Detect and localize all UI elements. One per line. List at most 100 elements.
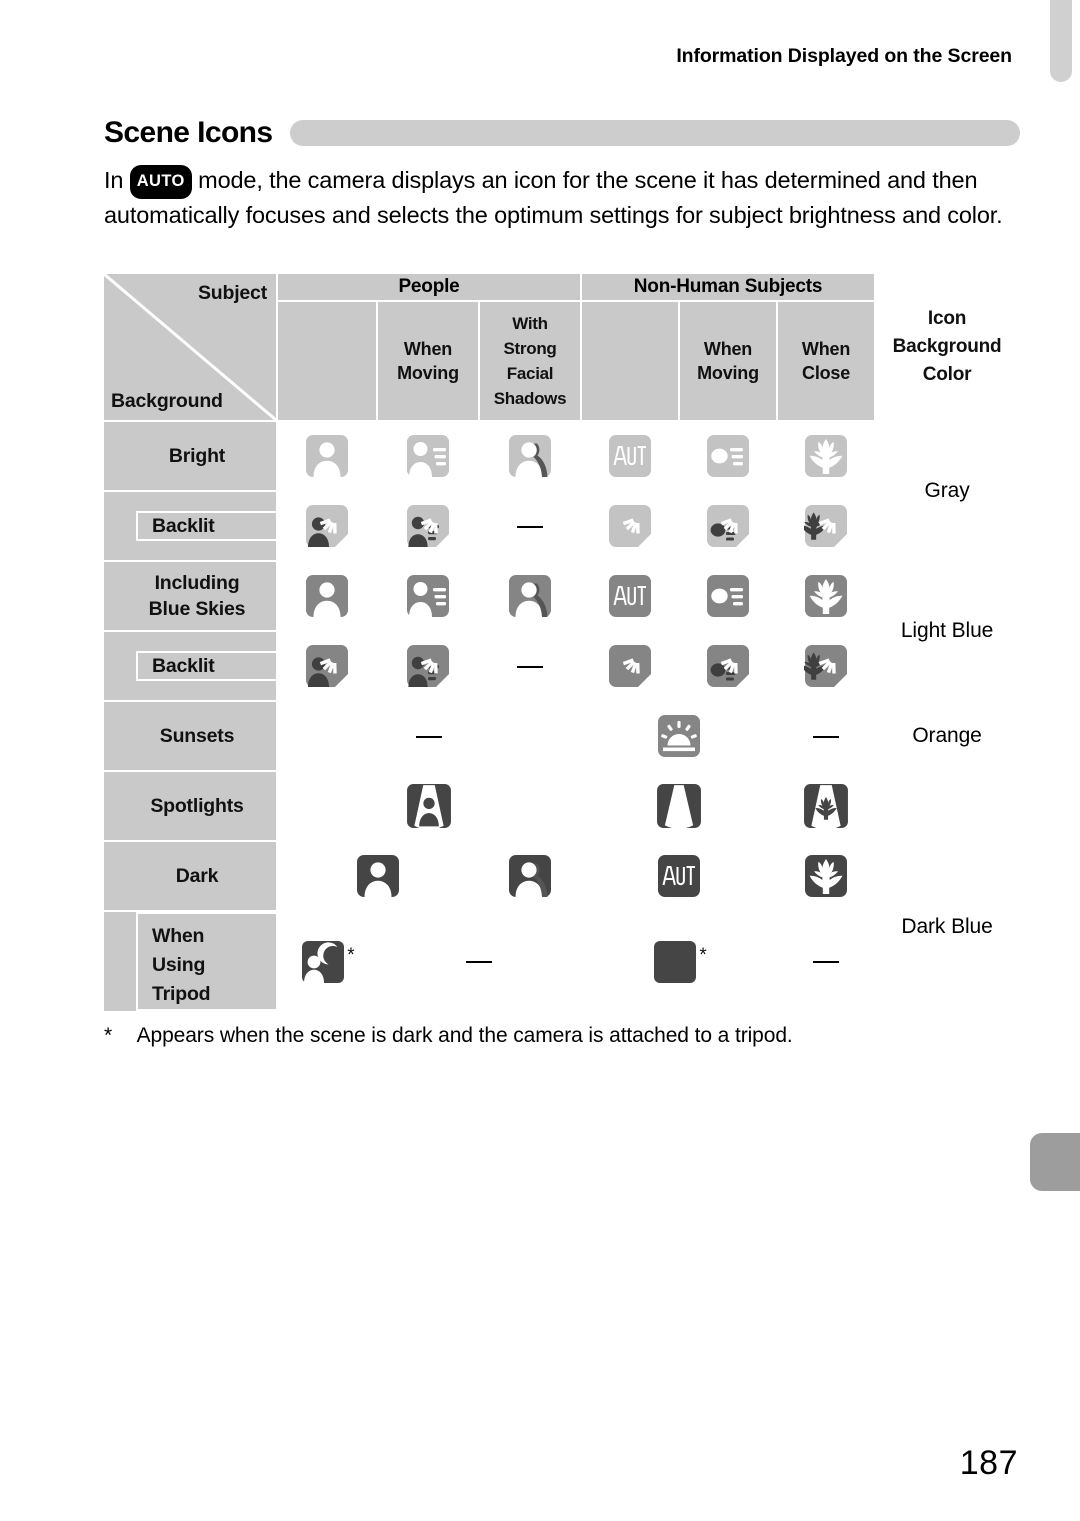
icon-cell [580,770,779,842]
row-label-bright: Bright [102,420,278,492]
group-header-non-human: Non-Human Subjects [580,271,877,303]
not-available-cell [275,700,583,772]
icon-cell [580,560,681,632]
section-rule [290,120,1020,146]
person-shadow-icon [508,574,552,618]
icon-cell [275,770,583,842]
row-label-backlit: Backlit [102,630,278,702]
footnote-marker: * [104,1024,113,1047]
icon-cell [477,840,583,912]
page-tab-top-icon [1050,0,1072,82]
icon-background-color-value: Light Blue [874,560,1021,702]
flower-backlit-icon [804,644,848,688]
icon-cell [678,630,779,702]
not-available-cell [477,490,583,562]
icon-cell [776,840,877,912]
row-label-including-blue-skies: Including Blue Skies [102,560,278,632]
row-label-backlit: Backlit [102,490,278,562]
page-number: 187 [959,1444,1018,1482]
page-tab-side-icon [1030,1133,1080,1191]
group-header-people: People [275,271,583,303]
not-available-cell [776,910,877,1013]
scene-icons-table-wrapper: Subject Background People Non-Human Subj… [102,271,1021,1013]
icon-background-color-value: Orange [874,700,1021,772]
icon-cell [580,700,779,772]
icon-cell [678,560,779,632]
person-moving-icon [406,434,450,478]
corner-header-cell: Subject Background [102,272,278,422]
scene-icons-table: Subject Background People Non-Human Subj… [102,271,1021,1013]
icon-cell [376,490,480,562]
group-header-icon-color: Icon Background Color [874,272,1021,422]
icon-cell [276,490,378,562]
sunset-icon [657,714,701,758]
person-icon [305,574,349,618]
icon-cell [776,560,877,632]
icon-cell [580,420,681,492]
auto-mode-icon: AUTO [129,165,192,199]
manual-page: Information Displayed on the Screen Scen… [0,0,1080,1521]
icon-cell [580,490,681,562]
table-row: Sunsets Orange [102,700,1021,772]
footnote-ref: * [347,944,355,966]
table-row: Spotlights [102,770,1021,842]
row-label-when-using-tripod: When Using Tripod [102,910,278,1013]
page-title: Scene Icons [104,116,273,149]
person-backlit-icon [305,644,349,688]
icon-cell: * [276,910,378,1013]
person-icon [305,434,349,478]
subheader-non-human-default [580,300,681,422]
table-row: Including Blue Skies Light Blue [102,560,1021,702]
icon-cell [776,770,877,842]
spotlight-person-icon [406,783,452,829]
icon-background-color-value: Gray [874,420,1021,562]
icon-cell [376,630,480,702]
icon-cell [376,420,480,492]
footnote-ref: * [699,944,707,966]
background-axis-label: Background [111,390,223,412]
person-moving-backlit-icon [406,644,450,688]
running-header: Information Displayed on the Screen [676,45,1012,67]
spotlight-icon [656,783,702,829]
person-shadow-icon [508,854,552,898]
footnote: * Appears when the scene is dark and the… [104,1024,1004,1048]
flower-icon [804,854,848,898]
person-moving-icon [406,574,450,618]
person-shadow-icon [508,434,552,478]
row-label-spotlights: Spotlights [102,770,278,842]
flower-icon [804,434,848,478]
backlit-icon [608,644,652,688]
row-label-dark: Dark [102,840,278,912]
flower-icon [804,574,848,618]
table-header-row-groups: Subject Background People Non-Human Subj… [102,271,1021,422]
auto-icon [608,574,652,618]
icon-cell [580,840,779,912]
subheader-people-facial-shadows: With Strong Facial Shadows [477,300,583,422]
icon-cell [376,560,480,632]
auto-icon [608,434,652,478]
icon-cell: * [580,910,779,1013]
macro-moving-backlit-icon [706,504,750,548]
subheader-non-human-when-moving: When Moving [678,300,779,422]
backlit-icon [608,504,652,548]
intro-after: mode, the camera displays an icon for th… [104,167,1003,228]
icon-cell [477,560,583,632]
icon-cell [477,420,583,492]
icon-cell [276,420,378,492]
intro-paragraph: In AUTO mode, the camera displays an ico… [104,164,1024,232]
icon-cell [276,840,480,912]
subject-axis-label: Subject [197,282,267,304]
icon-background-color-value: Dark Blue [874,840,1021,1013]
macro-moving-icon [706,434,750,478]
auto-icon [657,854,701,898]
moon-star-icon [653,940,697,984]
flower-backlit-icon [804,504,848,548]
section-heading: Scene Icons [104,112,1020,154]
person-icon [356,854,400,898]
table-row: Bright Gray [102,420,1021,562]
icon-cell [678,490,779,562]
row-label-sunsets: Sunsets [102,700,278,772]
night-portrait-star-icon [301,940,345,984]
icon-cell [580,630,681,702]
icon-cell [276,630,378,702]
